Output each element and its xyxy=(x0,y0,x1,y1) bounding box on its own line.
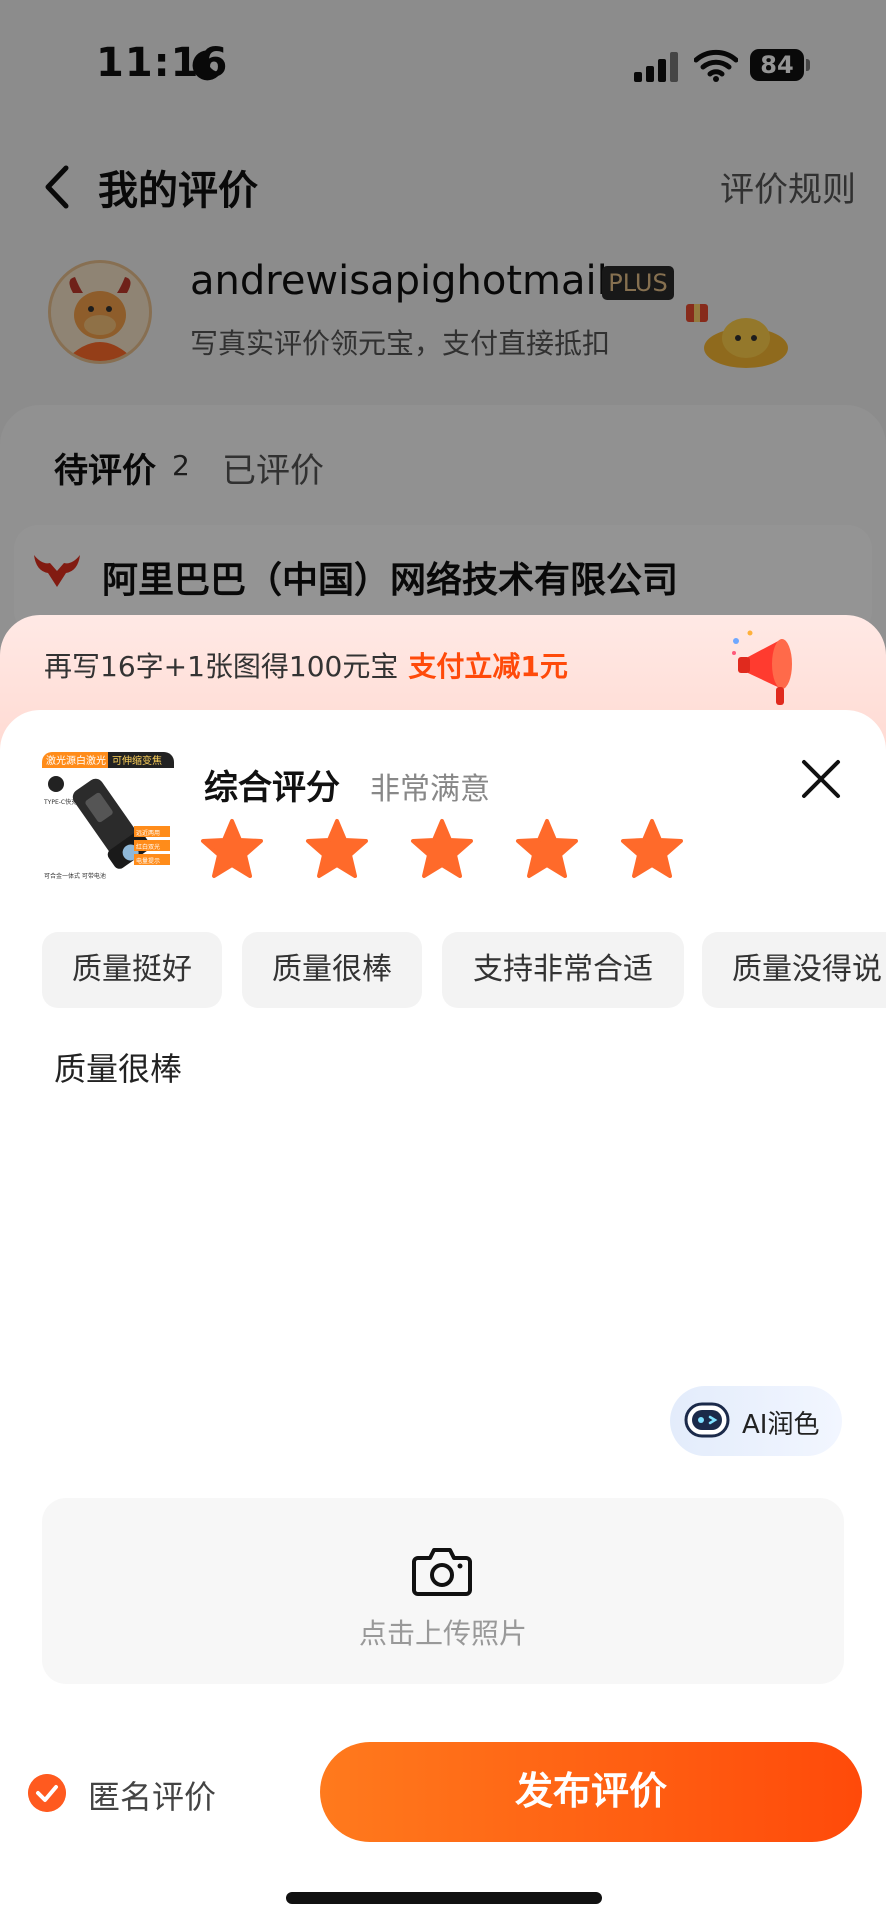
image-feature-1: 远近两用 xyxy=(136,829,160,837)
image-feature-3: 电量提示 xyxy=(136,857,160,865)
image-port-label: TYPE-C快充 xyxy=(43,798,77,806)
star-icon[interactable] xyxy=(200,818,264,880)
ai-polish-button[interactable]: AI润色 xyxy=(670,1386,842,1456)
ai-robot-icon xyxy=(684,1402,730,1438)
home-indicator xyxy=(286,1892,602,1904)
image-banner-left: 激光源白激光 xyxy=(46,754,106,767)
star-icon[interactable] xyxy=(410,818,474,880)
rating-title: 综合评分 xyxy=(204,768,340,808)
camera-icon xyxy=(412,1548,472,1596)
promo-main-text: 再写16字+1张图得100元宝 xyxy=(44,650,399,683)
tag-chip-2[interactable]: 质量很棒 xyxy=(242,932,422,1008)
megaphone-icon xyxy=(732,630,792,705)
rating-description: 非常满意 xyxy=(370,772,490,807)
flashlight-product-image: 激光源白激光 可伸缩变焦 TYPE-C快充 远近两用 红白双光 电量提示 可合金… xyxy=(42,752,174,884)
tag-chip-3[interactable]: 支持非常合适 xyxy=(442,932,684,1008)
quick-tags-row: 质量挺好 质量很棒 支持非常合适 质量没得说 xyxy=(42,932,886,1010)
upload-photo-label: 点击上传照片 xyxy=(358,1617,527,1650)
close-icon[interactable] xyxy=(798,756,844,802)
review-bottom-sheet: 激光源白激光 可伸缩变焦 TYPE-C快充 远近两用 红白双光 电量提示 可合金… xyxy=(0,710,886,1920)
product-thumbnail[interactable]: 激光源白激光 可伸缩变焦 TYPE-C快充 远近两用 红白双光 电量提示 可合金… xyxy=(42,752,174,884)
star-rating xyxy=(200,818,683,882)
image-banner-right: 可伸缩变焦 xyxy=(112,754,162,767)
anonymous-checkbox[interactable] xyxy=(28,1774,66,1812)
image-feature-2: 红白双光 xyxy=(136,843,160,851)
anonymous-label[interactable]: 匿名评价 xyxy=(88,1772,216,1818)
star-icon[interactable] xyxy=(515,818,579,880)
ai-polish-label: AI润色 xyxy=(742,1410,820,1440)
review-comment-textarea[interactable]: 质量很棒 xyxy=(54,1044,182,1090)
promo-highlight: 支付立减1元 xyxy=(408,650,568,683)
tag-chip-1[interactable]: 质量挺好 xyxy=(42,932,222,1008)
promo-text: 再写16字+1张图得100元宝 支付立减1元 xyxy=(44,645,568,685)
photo-upload-box[interactable]: 点击上传照片 xyxy=(42,1498,844,1684)
publish-review-button[interactable]: 发布评价 xyxy=(320,1742,862,1842)
image-caption: 可合金一体式 可带电池 xyxy=(44,872,106,880)
star-icon[interactable] xyxy=(620,818,684,880)
star-icon[interactable] xyxy=(305,818,369,880)
tag-chip-4[interactable]: 质量没得说 xyxy=(702,932,886,1008)
